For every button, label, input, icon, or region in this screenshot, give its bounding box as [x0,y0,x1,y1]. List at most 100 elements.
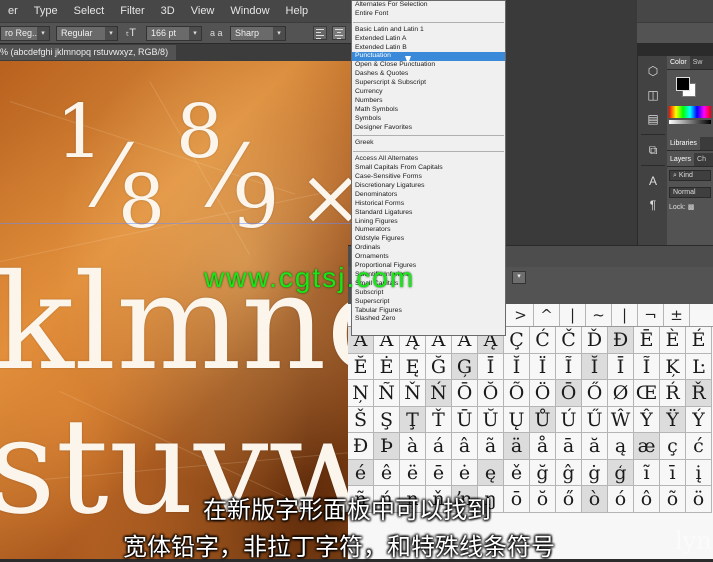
glyph-cell[interactable]: | [612,304,638,326]
tab-channels[interactable]: Ch [694,153,709,166]
glyph-cell[interactable]: ŏ [530,486,556,513]
glyph-cell[interactable]: Ň [400,380,426,407]
glyph-cell[interactable]: Ø [608,380,634,407]
glyph-cell[interactable]: à [400,433,426,460]
glyph-cell[interactable]: Ů [530,406,556,433]
glyph-cell[interactable]: ò [582,486,608,513]
glyph-cell[interactable]: ¬ [638,304,664,326]
character-icon[interactable]: A [644,172,662,190]
dropdown-item[interactable]: Lining Figures [352,218,505,227]
glyph-cell[interactable]: Ű [582,406,608,433]
glyph-cell[interactable]: ĩ [634,459,660,486]
glyph-cell[interactable]: Ī [608,353,634,380]
dropdown-item[interactable]: Tabular Figures [352,307,505,316]
dropdown-item[interactable]: Numerators [352,226,505,235]
glyph-cell[interactable]: Ĭ [582,353,608,380]
glyph-cell[interactable]: Ņ [348,380,374,407]
paragraph-icon[interactable]: ¶ [644,196,662,214]
blend-mode-select[interactable]: Normal [669,187,711,198]
glyph-cell[interactable]: Œ [634,380,660,407]
dropdown-item[interactable]: Symbols [352,115,505,124]
tab-swatches[interactable]: Sw [690,56,706,69]
dropdown-item[interactable]: Ordinals [352,244,505,253]
glyph-cell[interactable]: Ñ [374,380,400,407]
menu-filter[interactable]: Filter [112,0,152,22]
glyph-cell[interactable]: ~ [586,304,612,326]
glyph-cell[interactable]: Ō [556,380,582,407]
glyph-cell[interactable]: Ė [374,353,400,380]
dropdown-item[interactable]: Extended Latin A [352,35,505,44]
glyph-cell[interactable]: Ę [400,353,426,380]
glyph-cell[interactable]: | [560,304,586,326]
glyph-cell[interactable]: į [686,459,712,486]
glyph-cell[interactable]: Č [556,327,582,354]
history-icon[interactable]: ◫ [644,86,662,104]
menu-3d[interactable]: 3D [153,0,183,22]
dropdown-item[interactable]: Entire Font [352,10,505,19]
glyph-cell[interactable]: Ń [426,380,452,407]
menu-help[interactable]: Help [278,0,317,22]
dropdown-item[interactable]: Denominators [352,191,505,200]
antialias-select[interactable]: Sharp ▾ [230,26,286,41]
glyph-cell[interactable]: Ĕ [348,353,374,380]
font-style-select[interactable]: Regular ▾ [56,26,118,41]
glyph-cell[interactable]: Ő [582,380,608,407]
document-tab[interactable]: % (abcdefghi jklmnopq rstuvwxyz, RGB/8) [0,45,177,60]
glyph-cell[interactable]: ō [504,486,530,513]
glyph-cell[interactable]: ē [426,459,452,486]
glyph-cell[interactable]: õ [660,486,686,513]
tab-layers[interactable]: Layers [667,153,695,166]
foreground-color-swatch[interactable] [676,77,690,91]
dropdown-item[interactable]: Historical Forms [352,200,505,209]
dropdown-item[interactable]: Math Symbols [352,106,505,115]
glyph-cell[interactable]: Đ [348,433,374,460]
glyph-cell[interactable]: ő [556,486,582,513]
glyph-cell[interactable]: Ŕ [660,380,686,407]
glyph-cell[interactable]: Ū [452,406,478,433]
dropdown-item[interactable]: Dashes & Quotes [352,70,505,79]
font-size-select[interactable]: 166 pt ▾ [146,26,202,41]
glyph-cell[interactable]: ģ [608,459,634,486]
glyph-cell[interactable]: Ŵ [608,406,634,433]
dropdown-item[interactable]: Open & Close Punctuation [352,61,505,70]
3d-icon[interactable]: ⬡ [644,62,662,80]
glyph-cell[interactable]: ġ [582,459,608,486]
glyph-cell[interactable]: Ť [426,406,452,433]
glyph-cell[interactable]: Ų [504,406,530,433]
glyph-cell[interactable]: ö [686,486,712,513]
glyph-cell[interactable]: Ŭ [478,406,504,433]
glyph-cell[interactable]: Ć [530,327,556,354]
glyph-cell[interactable]: Ğ [426,353,452,380]
glyph-cell[interactable]: â [452,433,478,460]
dropdown-item[interactable]: Basic Latin and Latin 1 [352,26,505,35]
glyph-cell[interactable]: Ý [686,406,712,433]
layer-filter-kind[interactable]: ⌕ Kind [669,170,711,181]
tab-color[interactable]: Color [667,56,690,69]
glyph-cell[interactable]: É [686,327,712,354]
glyph-cell[interactable]: ã [478,433,504,460]
grayscale-ramp[interactable] [669,120,711,124]
glyph-cell[interactable]: ĝ [556,459,582,486]
document-canvas[interactable]: 1 ⁄ 8 8 ⁄ 9 × klmno stuvw [0,61,352,559]
glyph-cell[interactable]: Ţ [400,406,426,433]
dropdown-item[interactable]: Case-Sensitive Forms [352,173,505,182]
glyph-cell[interactable]: Ç [504,327,530,354]
lock-icon[interactable]: ▩ [688,204,695,211]
glyph-cell[interactable]: Ş [374,406,400,433]
glyph-cell[interactable]: å [530,433,556,460]
dropdown-item[interactable]: Small Capitals From Capitals [352,164,505,173]
glyph-cell[interactable]: Ú [556,406,582,433]
menu-window[interactable]: Window [222,0,277,22]
glyph-cell[interactable]: ± [664,304,690,326]
dropdown-item[interactable]: Greek [352,139,505,148]
dropdown-item[interactable]: Oldstyle Figures [352,235,505,244]
dropdown-item[interactable]: Punctuation [352,52,505,62]
dropdown-item[interactable]: Discretionary Ligatures [352,182,505,191]
glyph-panel-icon[interactable]: ⧉ [644,141,662,159]
dropdown-item[interactable]: Currency [352,88,505,97]
align-center-button[interactable] [332,26,346,40]
color-spectrum[interactable] [669,106,711,118]
dropdown-item[interactable]: Slashed Zero [352,315,505,324]
glyph-cell[interactable]: ó [608,486,634,513]
align-left-button[interactable] [313,26,327,40]
